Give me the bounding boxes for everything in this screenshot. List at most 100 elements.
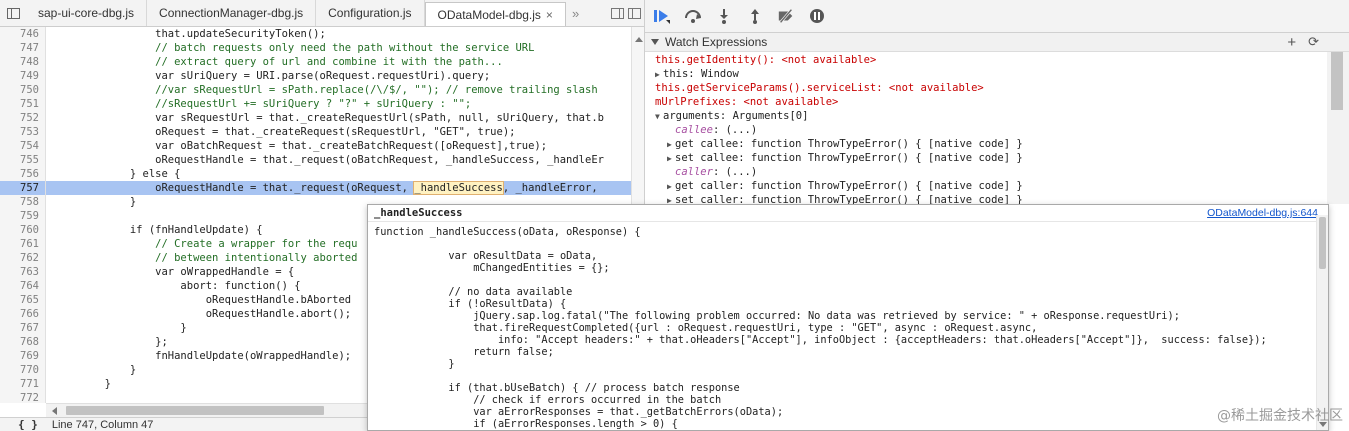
- disclosure-triangle-icon[interactable]: ▶: [655, 68, 663, 82]
- step-out-button[interactable]: [746, 7, 764, 25]
- editor-tab-label: Configuration.js: [328, 6, 412, 20]
- line-number[interactable]: 763: [0, 265, 46, 279]
- deactivate-breakpoints-button[interactable]: [777, 7, 795, 25]
- watch-item-separator: :: [719, 110, 733, 122]
- line-number[interactable]: 769: [0, 349, 46, 363]
- watch-item[interactable]: ▶ set callee: function ThrowTypeError() {…: [655, 151, 1327, 165]
- watch-item[interactable]: mUrlPrefixes: <not available>: [655, 95, 1327, 109]
- line-number[interactable]: 761: [0, 237, 46, 251]
- step-into-icon: [720, 9, 728, 24]
- line-number[interactable]: 771: [0, 377, 46, 391]
- line-number[interactable]: 746: [0, 27, 46, 41]
- watch-scrollbar[interactable]: [1327, 52, 1349, 204]
- source-location-link[interactable]: ODataModel-dbg.js:644: [1207, 207, 1322, 219]
- line-number[interactable]: 753: [0, 125, 46, 139]
- editor-tab[interactable]: Configuration.js: [316, 0, 425, 26]
- scroll-up-icon[interactable]: [635, 37, 643, 42]
- popover-code-line: [374, 238, 1322, 250]
- disclosure-triangle-icon[interactable]: ▶: [667, 194, 675, 204]
- toggle-left-pane-icon[interactable]: [611, 7, 624, 19]
- watch-item-name: this.getIdentity(): [655, 54, 769, 66]
- line-number[interactable]: 760: [0, 223, 46, 237]
- popover-code-line: var oResultData = oData,: [374, 250, 598, 262]
- line-number[interactable]: 755: [0, 153, 46, 167]
- line-number[interactable]: 772: [0, 391, 46, 403]
- editor-tab[interactable]: sap-ui-core-dbg.js: [26, 0, 148, 26]
- popover-code-line: mChangedEntities = {};: [374, 262, 610, 274]
- line-number[interactable]: 770: [0, 363, 46, 377]
- line-number[interactable]: 767: [0, 321, 46, 335]
- line-number[interactable]: 750: [0, 83, 46, 97]
- toggle-debugger-pane-icon[interactable]: [628, 7, 641, 19]
- toggle-navigator-button[interactable]: [0, 0, 26, 26]
- more-tabs-button[interactable]: »: [566, 0, 585, 26]
- breakpoint-marker[interactable]: 757: [0, 181, 46, 195]
- scroll-left-icon[interactable]: [52, 407, 57, 415]
- close-tab-icon[interactable]: ×: [546, 8, 553, 22]
- line-number[interactable]: 749: [0, 69, 46, 83]
- watch-item[interactable]: ▼ arguments: Arguments[0]: [655, 109, 1327, 123]
- line-number[interactable]: 766: [0, 307, 46, 321]
- line-number[interactable]: 768: [0, 335, 46, 349]
- code-line: 750 //var sRequestUrl = sPath.replace(/\…: [0, 83, 631, 97]
- line-number[interactable]: 748: [0, 55, 46, 69]
- pretty-print-button[interactable]: { }: [18, 418, 38, 431]
- watch-item[interactable]: this.getIdentity(): <not available>: [655, 53, 1327, 67]
- watch-item[interactable]: ▶ set caller: function ThrowTypeError() {…: [655, 193, 1327, 204]
- line-number[interactable]: 752: [0, 111, 46, 125]
- disclosure-triangle-icon[interactable]: ▶: [667, 180, 675, 194]
- watch-item[interactable]: ▶ this: Window: [655, 67, 1327, 81]
- watermark: @稀土掘金技术社区: [1217, 408, 1343, 424]
- watch-scroll-thumb[interactable]: [1331, 52, 1343, 110]
- line-number[interactable]: 758: [0, 195, 46, 209]
- watch-item[interactable]: callee: (...): [655, 123, 1327, 137]
- line-number[interactable]: 756: [0, 167, 46, 181]
- refresh-button[interactable]: ⟳: [1308, 34, 1319, 51]
- step-into-button[interactable]: [715, 7, 733, 25]
- watch-item[interactable]: ▶ get callee: function ThrowTypeError() {…: [655, 137, 1327, 151]
- code-line: 753 oRequest = that._createRequest(sRequ…: [0, 125, 631, 139]
- popover-function-name: _handleSuccess: [374, 207, 463, 219]
- editor-toolbar-right: [611, 0, 644, 26]
- watch-item-separator: :: [688, 68, 701, 80]
- line-number[interactable]: 751: [0, 97, 46, 111]
- popover-scroll-thumb[interactable]: [1319, 217, 1326, 269]
- pause-icon: [810, 9, 824, 23]
- watch-item[interactable]: caller: (...): [655, 165, 1327, 179]
- code-text: // batch requests only need the path wit…: [54, 42, 535, 54]
- watch-item-value: Arguments[0]: [732, 110, 809, 122]
- popover-scrollbar[interactable]: [1316, 215, 1328, 430]
- code-line: 747 // batch requests only need the path…: [0, 41, 631, 55]
- line-number[interactable]: 762: [0, 251, 46, 265]
- resume-button[interactable]: [653, 7, 671, 25]
- watch-item[interactable]: ▶ get caller: function ThrowTypeError() {…: [655, 179, 1327, 193]
- watch-item-name: get caller: [675, 180, 739, 192]
- line-number[interactable]: 759: [0, 209, 46, 223]
- line-number[interactable]: 765: [0, 293, 46, 307]
- code-text: var oBatchRequest = that._createBatchReq…: [54, 140, 548, 152]
- add-expression-button[interactable]: +: [1287, 34, 1296, 51]
- line-number[interactable]: 764: [0, 279, 46, 293]
- step-over-button[interactable]: [684, 7, 702, 25]
- editor-tab[interactable]: ConnectionManager-dbg.js: [147, 0, 317, 26]
- watch-expressions-header[interactable]: Watch Expressions + ⟳: [645, 33, 1349, 52]
- editor-tab-bar: sap-ui-core-dbg.js ConnectionManager-dbg.…: [0, 0, 644, 27]
- editor-tab[interactable]: ODataModel-dbg.js ×: [424, 2, 566, 26]
- watch-item[interactable]: this.getServiceParams().serviceList: <no…: [655, 81, 1327, 95]
- sidebar-toggle-icon: [6, 7, 20, 19]
- line-number[interactable]: 754: [0, 139, 46, 153]
- disclosure-triangle-icon[interactable]: ▶: [667, 152, 675, 166]
- hovered-identifier[interactable]: _handleSuccess: [413, 181, 504, 195]
- watch-item-name: callee: [675, 124, 713, 136]
- disclosure-triangle-icon[interactable]: ▼: [655, 110, 663, 124]
- code-text: // extract query of url and combine it w…: [54, 56, 503, 68]
- watch-item-name: this.getServiceParams().serviceList: [655, 82, 877, 94]
- popover-code-line: that.fireRequestCompleted({url : oReques…: [374, 322, 1038, 334]
- pause-on-exceptions-button[interactable]: [808, 7, 826, 25]
- expand-triangle-icon: [651, 39, 659, 45]
- disclosure-triangle-icon[interactable]: ▶: [667, 138, 675, 152]
- line-number[interactable]: 747: [0, 41, 46, 55]
- horizontal-scroll-thumb[interactable]: [66, 406, 324, 415]
- popover-code-line: if (aErrorResponses.length > 0) {: [374, 418, 678, 430]
- code-text: oRequestHandle = that._request(oBatchReq…: [54, 154, 604, 166]
